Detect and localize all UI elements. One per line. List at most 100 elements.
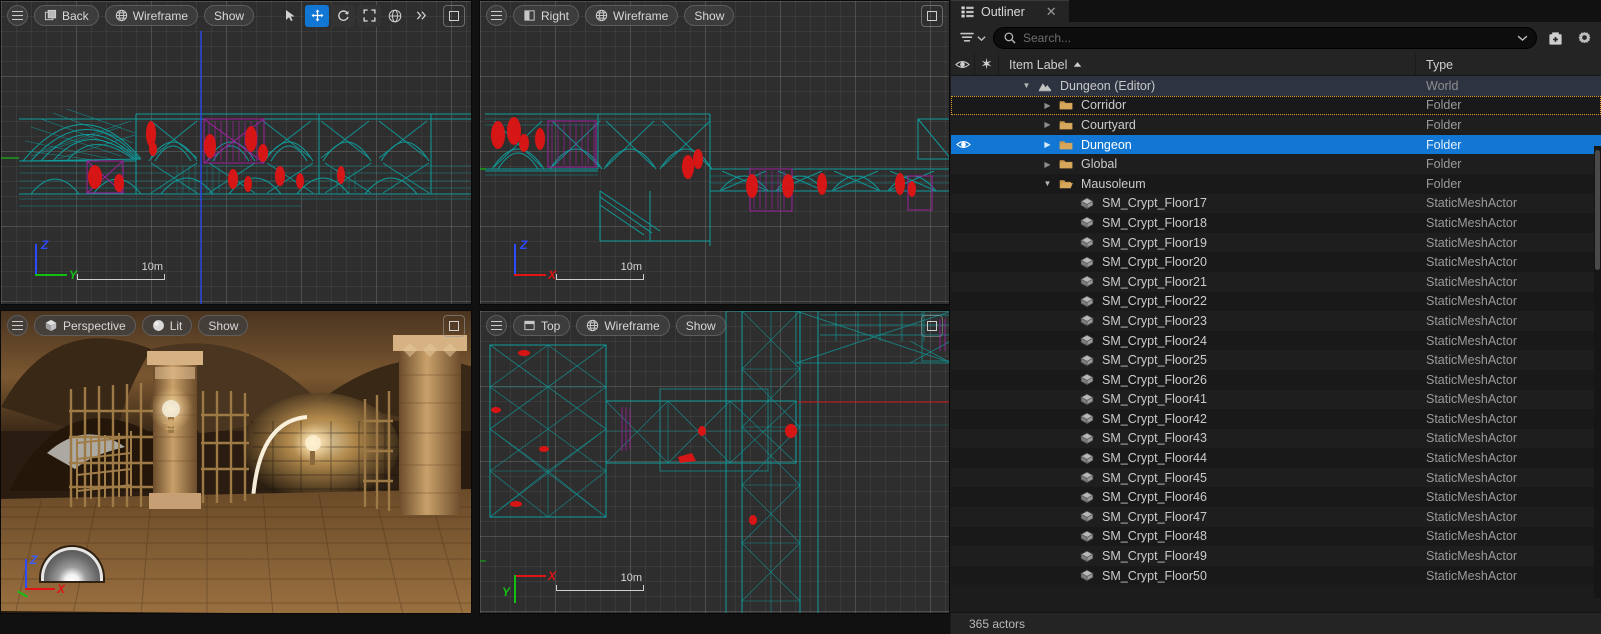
viewport-menu-button[interactable] [486,315,507,336]
row-type-text: StaticMeshActor [1426,294,1518,309]
maximize-icon [449,10,459,21]
back-viewport[interactable]: Z Y 10m Back Wireframe Show [0,0,472,305]
close-icon[interactable]: ✕ [1046,4,1057,20]
add-item-icon [1548,31,1562,45]
view-mode-button[interactable]: Back [34,5,99,26]
coordinate-system-button[interactable] [383,5,407,27]
outliner-row[interactable]: ▶ Dungeon Folder [951,134,1601,155]
row-type-text: World [1426,78,1459,93]
outliner-row[interactable]: SM_Crypt_Floor20 StaticMeshActor [951,252,1601,272]
row-label-cell: ▶ Dungeon [999,138,1416,152]
twisty-collapsed-icon[interactable]: ▶ [1041,120,1054,129]
select-tool-button[interactable] [279,5,303,27]
twisty-expanded-icon[interactable]: ▼ [1020,81,1033,90]
rotate-tool-button[interactable] [331,4,355,27]
outliner-row[interactable]: SM_Crypt_Floor18 StaticMeshActor [951,213,1601,233]
row-type-text: StaticMeshActor [1426,333,1518,348]
search-box[interactable] [993,27,1537,49]
outliner-row[interactable]: SM_Crypt_Floor48 StaticMeshActor [951,526,1601,547]
mesh-icon [1080,569,1094,582]
show-menu-button[interactable]: Show [204,5,255,26]
outliner-row[interactable]: SM_Crypt_Floor21 StaticMeshActor [951,271,1601,292]
view-mode-button[interactable]: Top [513,315,571,336]
row-visibility-toggle[interactable] [951,139,975,150]
outliner-row[interactable]: SM_Crypt_Floor25 StaticMeshActor [951,350,1601,370]
pin-column-header[interactable]: ✶ [975,54,999,75]
outliner-row[interactable]: SM_Crypt_Floor19 StaticMeshActor [951,232,1601,253]
show-menu-button[interactable]: Show [198,315,249,336]
scale-tool-button[interactable] [357,4,381,27]
outliner-scrollbar-thumb[interactable] [1595,150,1600,270]
outliner-row[interactable]: SM_Crypt_Floor47 StaticMeshActor [951,507,1601,527]
item-label-column-header[interactable]: Item Label [999,54,1416,75]
viewport-menu-button[interactable] [7,315,28,336]
outliner-row[interactable]: ▼ Dungeon (Editor) World [951,76,1601,96]
hamburger-icon [12,10,23,21]
view-mode-button[interactable]: Right [513,5,580,26]
outliner-row[interactable]: SM_Crypt_Floor46 StaticMeshActor [951,487,1601,508]
add-item-button[interactable] [1544,27,1566,49]
outliner-row[interactable]: SM_Crypt_Floor26 StaticMeshActor [951,369,1601,390]
chevron-down-icon[interactable] [1517,34,1528,42]
row-type-text: StaticMeshActor [1426,549,1518,564]
maximize-icon [449,320,459,331]
row-type-text: StaticMeshActor [1426,470,1518,485]
view-mode-button[interactable]: Perspective [34,315,136,336]
row-label-text: SM_Crypt_Floor22 [1102,294,1207,309]
outliner-row[interactable]: SM_Crypt_Floor22 StaticMeshActor [951,291,1601,312]
top-viewport[interactable]: X Y 10m Top Wireframe Show [479,310,950,614]
maximize-viewport-button[interactable] [443,4,465,27]
outliner-row[interactable]: SM_Crypt_Floor45 StaticMeshActor [951,467,1601,488]
search-input[interactable] [1023,31,1510,45]
shading-mode-button[interactable]: Wireframe [104,5,199,26]
outliner-row[interactable]: ▶ Courtyard Folder [951,115,1601,135]
outliner-row[interactable]: SM_Crypt_Floor43 StaticMeshActor [951,428,1601,449]
viewport-menu-button[interactable] [7,5,28,26]
shading-mode-button[interactable]: Lit [141,315,193,336]
outliner-row[interactable]: SM_Crypt_Floor23 StaticMeshActor [951,311,1601,331]
row-type-text: Folder [1426,157,1462,172]
outliner-row[interactable]: SM_Crypt_Floor17 StaticMeshActor [951,193,1601,214]
twisty-expanded-icon[interactable]: ▼ [1041,179,1054,188]
more-options-button[interactable] [409,5,433,27]
outliner-row[interactable]: SM_Crypt_Floor42 StaticMeshActor [951,409,1601,429]
outliner-row[interactable]: ▶ Global Folder [951,154,1601,174]
outliner-tree[interactable]: ▼ Dungeon (Editor) World ▶ Corridor Folder ▶ Co… [951,76,1601,612]
shading-mode-button[interactable]: Wireframe [576,315,670,336]
translate-tool-button[interactable] [305,4,329,27]
outliner-row[interactable]: SM_Crypt_Floor24 StaticMeshActor [951,330,1601,351]
outliner-row[interactable]: ▶ Corridor Folder [951,95,1601,116]
row-label-cell: SM_Crypt_Floor46 [999,490,1416,504]
row-type-text: StaticMeshActor [1426,372,1518,387]
viewport-menu-button[interactable] [486,5,507,26]
shading-mode-button[interactable]: Wireframe [585,5,679,26]
twisty-collapsed-icon[interactable]: ▶ [1041,140,1054,149]
rotate-icon [337,10,349,21]
outliner-row[interactable]: ▼ Mausoleum Folder [951,173,1601,194]
perspective-viewport-toolbar: Perspective Lit Show [1,311,471,340]
item-label-column-text: Item Label [1009,57,1068,72]
eye-icon [955,61,970,68]
outliner-row[interactable]: SM_Crypt_Floor50 StaticMeshActor [951,565,1601,586]
maximize-viewport-button[interactable] [921,314,943,337]
cursor-arrow-icon [286,10,295,21]
show-menu-button[interactable]: Show [675,315,726,336]
outliner-row[interactable]: SM_Crypt_Floor44 StaticMeshActor [951,448,1601,468]
type-column-header[interactable]: Type [1416,54,1601,75]
maximize-viewport-button[interactable] [443,314,465,337]
orthographic-right-icon [524,10,535,21]
settings-button[interactable] [1573,27,1595,49]
outliner-row[interactable]: SM_Crypt_Floor41 StaticMeshActor [951,389,1601,410]
visibility-column-header[interactable] [951,54,975,75]
filter-button[interactable] [960,32,986,44]
perspective-viewport[interactable]: Z X Perspective Lit Show [0,310,472,614]
mesh-icon [1080,236,1094,249]
tab-outliner[interactable]: Outliner ✕ [951,0,1069,22]
twisty-collapsed-icon[interactable]: ▶ [1041,101,1054,110]
outliner-row[interactable]: SM_Crypt_Floor49 StaticMeshActor [951,546,1601,566]
show-menu-button[interactable]: Show [684,5,735,26]
right-viewport[interactable]: Z X 10m Right Wireframe Show [479,0,950,305]
maximize-viewport-button[interactable] [921,4,943,27]
axis-label-horizontal: Y [69,268,78,282]
twisty-collapsed-icon[interactable]: ▶ [1041,160,1054,169]
